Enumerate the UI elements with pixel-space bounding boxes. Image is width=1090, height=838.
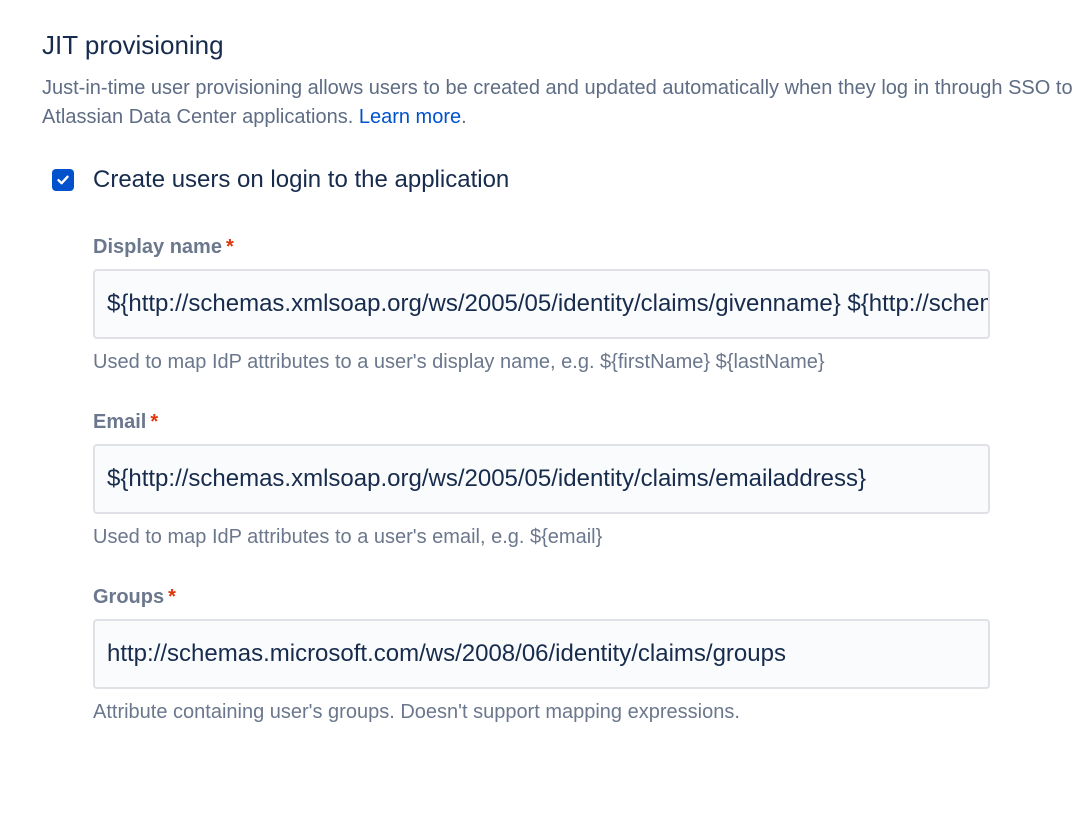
email-input[interactable]	[93, 444, 990, 514]
description-suffix: .	[461, 106, 467, 128]
create-users-label: Create users on login to the application	[93, 166, 510, 193]
email-label-text: Email	[93, 411, 147, 433]
display-name-label: Display name *	[93, 236, 234, 259]
groups-help: Attribute containing user's groups. Does…	[93, 701, 740, 723]
section-title: JIT provisioning	[42, 30, 224, 60]
description-text: Just-in-time user provisioning allows us…	[42, 77, 1073, 128]
section-description: Just-in-time user provisioning allows us…	[42, 74, 1082, 132]
groups-input[interactable]	[93, 619, 990, 689]
groups-label-text: Groups	[93, 586, 165, 608]
display-name-help: Used to map IdP attributes to a user's d…	[93, 351, 825, 373]
required-indicator: *	[225, 236, 234, 258]
groups-label: Groups *	[93, 586, 176, 609]
email-label: Email *	[93, 411, 158, 434]
create-users-checkbox[interactable]	[52, 169, 74, 191]
jit-provisioning-page: JIT provisioning Just-in-time user provi…	[0, 0, 1090, 838]
checkmark-icon	[57, 175, 69, 185]
learn-more-link[interactable]: Learn more	[359, 106, 461, 128]
email-help: Used to map IdP attributes to a user's e…	[93, 526, 603, 548]
display-name-label-text: Display name	[93, 236, 222, 258]
create-users-option[interactable]: Create users on login to the application	[52, 166, 509, 194]
display-name-input[interactable]	[93, 269, 990, 339]
required-indicator: *	[150, 411, 159, 433]
required-indicator: *	[168, 586, 176, 608]
